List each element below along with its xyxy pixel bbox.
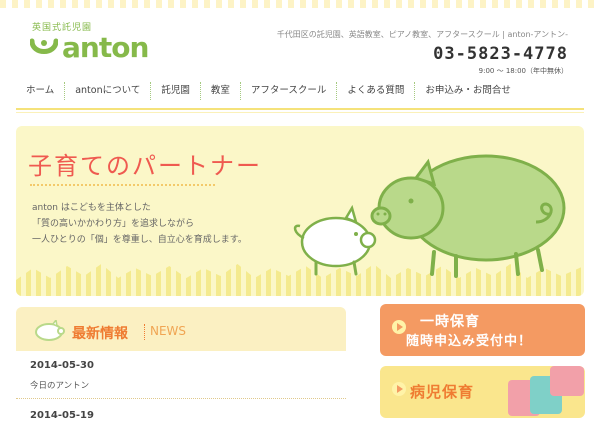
play-arrow-icon [392, 382, 406, 396]
news-title: 最新情報 [72, 326, 128, 342]
nav-afterschool[interactable]: アフタースクール [241, 82, 337, 100]
hero-line-3: 一人ひとりの「個」を尊重し、自立心を育成します。 [32, 235, 247, 245]
business-hours: 9:00 ～ 18:00（年中無休） [478, 67, 568, 75]
global-nav: ホーム antonについて 託児園 教室 アフタースクール よくある質問 お申込… [16, 78, 584, 104]
nav-about[interactable]: antonについて [65, 82, 150, 100]
logo-leaf-icon[interactable] [30, 37, 58, 57]
temp-care-title: 一時保育 [420, 314, 480, 330]
nav-underline-secondary [16, 112, 584, 113]
nav-nursery[interactable]: 託児園 [151, 82, 200, 100]
news-subtitle: NEWS [150, 324, 187, 338]
pig-icon [35, 320, 65, 341]
news-date: 2014-05-30 [30, 360, 94, 371]
site-description: 千代田区の託児園、英語教室、ピアノ教室、アフタースクール | anton-アント… [276, 30, 568, 39]
nav-underline [16, 108, 584, 110]
hero-dotted-divider [30, 184, 215, 186]
news-divider [16, 398, 346, 399]
nav-classes[interactable]: 教室 [201, 82, 240, 100]
temp-care-subtitle: 随時申込み受付中！ [406, 334, 533, 349]
play-arrow-icon [392, 320, 406, 334]
news-title-divider [144, 324, 145, 340]
nav-contact[interactable]: お申込み・お問合せ [415, 82, 521, 100]
nav-home[interactable]: ホーム [16, 82, 64, 100]
nav-faq[interactable]: よくある質問 [337, 82, 414, 100]
hero-line-2: 「質の高いかかわり方」を追求しながら [32, 219, 195, 229]
logo-wordmark[interactable]: anton [62, 31, 149, 64]
sick-care-title: 病児保育 [410, 383, 475, 401]
phone-number: 03-5823-4778 [433, 44, 568, 64]
news-date: 2014-05-19 [30, 410, 94, 421]
hero-description: anton はこどもを主体とした 「質の高いかかわり方」を追求しながら 一人ひと… [32, 200, 247, 248]
top-decor-strip [0, 0, 600, 8]
hero-line-1: anton はこどもを主体とした [32, 203, 151, 213]
toy-block-icon [550, 366, 584, 396]
news-item-link[interactable]: 今日のアントン [30, 379, 89, 391]
hero-title: 子育てのパートナー [28, 152, 262, 180]
